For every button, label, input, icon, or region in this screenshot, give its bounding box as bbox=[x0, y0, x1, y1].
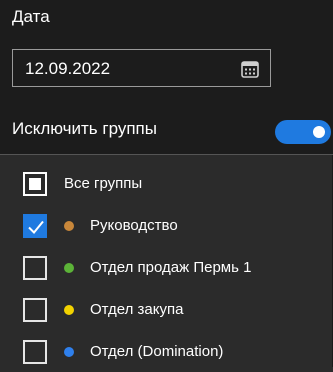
group-label: Все группы bbox=[64, 175, 143, 192]
group-checkbox-all[interactable] bbox=[23, 172, 47, 196]
group-checkbox[interactable] bbox=[23, 340, 47, 364]
filter-panel: Дата 12.09.2022 Исключить группы Все гру… bbox=[0, 0, 333, 367]
toggle-knob bbox=[313, 126, 325, 138]
group-item[interactable]: Отдел закупа bbox=[0, 290, 333, 330]
date-label: Дата bbox=[12, 7, 50, 26]
group-checkbox[interactable] bbox=[23, 256, 47, 280]
group-label: Отдел продаж Пермь 1 bbox=[90, 259, 252, 276]
group-color-dot bbox=[64, 305, 74, 315]
date-input[interactable]: 12.09.2022 bbox=[12, 49, 271, 87]
filter-top-section: Дата 12.09.2022 Исключить группы bbox=[0, 0, 333, 155]
exclude-groups-label: Исключить группы bbox=[12, 119, 157, 138]
group-checkbox[interactable] bbox=[23, 214, 47, 238]
group-label: Руководство bbox=[90, 217, 178, 234]
group-color-dot bbox=[64, 221, 74, 231]
exclude-groups-toggle[interactable] bbox=[275, 120, 331, 144]
group-item[interactable]: Руководство bbox=[0, 206, 333, 246]
group-color-dot bbox=[64, 347, 74, 357]
indeterminate-mark bbox=[29, 178, 41, 190]
group-item[interactable]: Отдел продаж Пермь 1 bbox=[0, 248, 333, 288]
group-checkbox[interactable] bbox=[23, 298, 47, 322]
calendar-icon[interactable] bbox=[240, 59, 260, 79]
check-icon bbox=[28, 220, 44, 234]
date-value: 12.09.2022 bbox=[25, 59, 111, 78]
group-label: Отдел (Domination) bbox=[90, 343, 224, 360]
group-label: Отдел закупа bbox=[90, 301, 184, 318]
group-color-dot bbox=[64, 263, 74, 273]
group-item-all[interactable]: Все группы bbox=[0, 164, 333, 204]
group-item[interactable]: Отдел (Domination) bbox=[0, 332, 333, 372]
